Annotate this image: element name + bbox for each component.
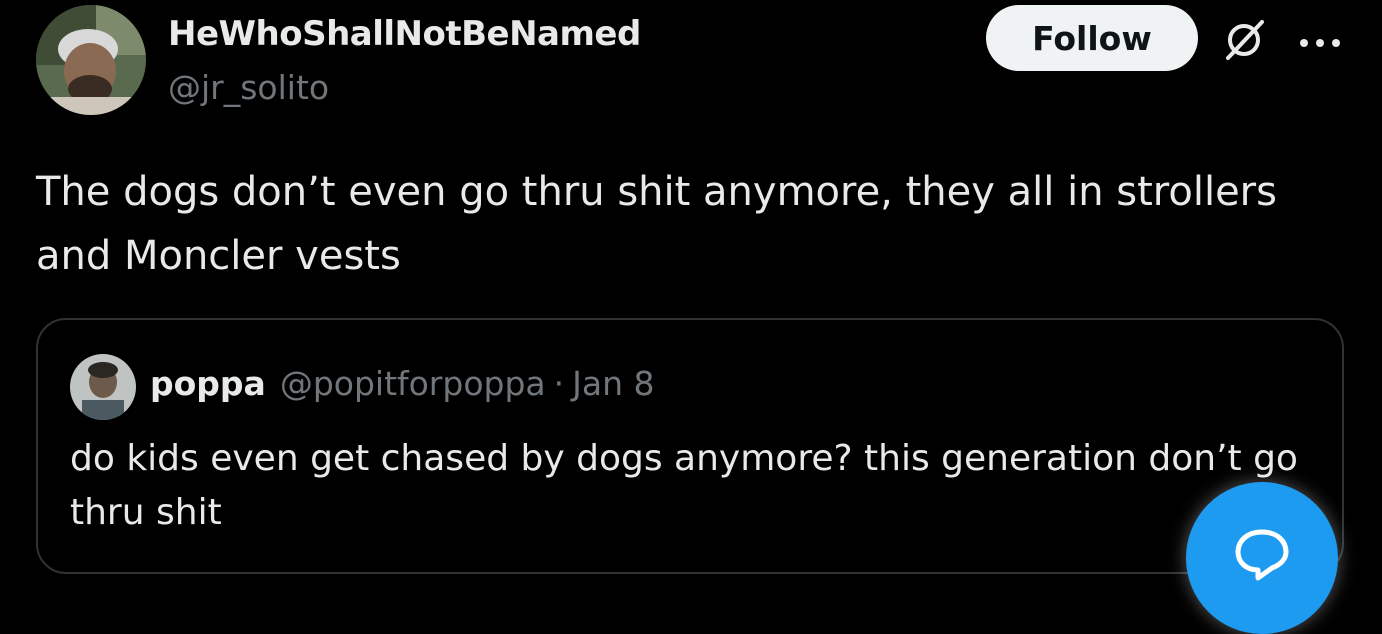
grok-icon[interactable] — [1222, 18, 1266, 62]
author-display-name[interactable]: HeWhoShallNotBeNamed — [168, 14, 641, 54]
reply-icon — [1235, 529, 1289, 581]
reply-button[interactable] — [1186, 482, 1338, 634]
quote-author-avatar — [70, 354, 136, 420]
more-icon[interactable] — [1298, 34, 1342, 47]
quote-header: poppa @popitforpoppa · Jan 8 — [150, 364, 655, 403]
quote-separator: · — [553, 364, 565, 403]
author-handle[interactable]: @jr_solito — [168, 68, 329, 107]
follow-button[interactable]: Follow — [986, 5, 1198, 71]
quote-date: Jan 8 — [572, 364, 655, 403]
author-avatar[interactable] — [36, 5, 146, 115]
quote-author-name: poppa — [150, 364, 266, 403]
quote-author-handle: @popitforpoppa — [279, 364, 546, 403]
quoted-tweet-card[interactable]: poppa @popitforpoppa · Jan 8 do kids eve… — [36, 318, 1344, 574]
tweet-text: The dogs don’t even go thru shit anymore… — [36, 169, 1277, 279]
quote-text: do kids even get chased by dogs anymore?… — [70, 438, 1298, 533]
